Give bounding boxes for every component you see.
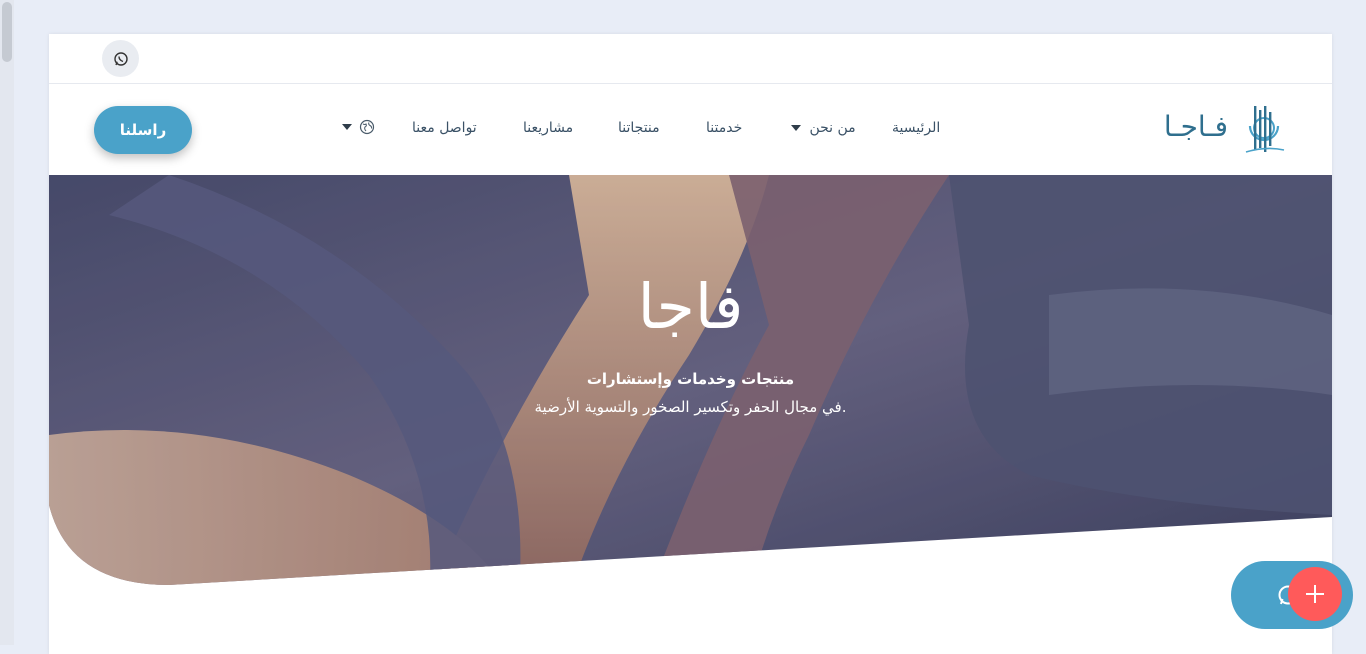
whatsapp-icon[interactable] bbox=[102, 40, 139, 77]
scrollbar-thumb[interactable] bbox=[2, 2, 12, 62]
hero-description: في مجال الحفر وتكسير الصخور والتسوية الأ… bbox=[534, 398, 847, 416]
chevron-down-icon bbox=[791, 125, 801, 131]
nav-item-about-label: من نحن bbox=[809, 120, 856, 136]
plus-icon[interactable] bbox=[1288, 567, 1342, 621]
chevron-down-icon bbox=[342, 124, 352, 130]
hero-subtitle: منتجات وخدمات وإستشارات bbox=[586, 370, 795, 388]
window-scrollbar[interactable] bbox=[0, 0, 14, 645]
top-bar bbox=[49, 34, 1332, 84]
nav-item-services[interactable]: خدمتنا bbox=[706, 119, 742, 137]
globe-icon bbox=[360, 119, 375, 135]
nav-item-products[interactable]: منتجاتنا bbox=[618, 119, 660, 137]
brand-logo[interactable]: فـاجـا bbox=[1158, 100, 1288, 160]
hero-banner: فاجا منتجات وخدمات وإستشارات في مجال الح… bbox=[49, 175, 1332, 595]
nav-item-about[interactable]: من نحن bbox=[791, 119, 856, 137]
logo-mark-icon bbox=[1245, 106, 1285, 153]
nav-item-projects[interactable]: مشاريعنا bbox=[523, 119, 573, 137]
contact-us-button[interactable]: راسلنا bbox=[94, 106, 192, 154]
nav-item-contact[interactable]: تواصل معنا bbox=[412, 119, 477, 137]
hero-title: فاجا bbox=[637, 270, 744, 343]
language-selector[interactable] bbox=[342, 118, 375, 136]
main-navbar: راسلنا تواصل معنا مشاريعنا منتجاتنا خدمت… bbox=[49, 84, 1332, 175]
page-container: راسلنا تواصل معنا مشاريعنا منتجاتنا خدمت… bbox=[49, 34, 1332, 654]
nav-item-home[interactable]: الرئيسية bbox=[892, 119, 940, 137]
brand-name: فـاجـا bbox=[1163, 110, 1228, 143]
